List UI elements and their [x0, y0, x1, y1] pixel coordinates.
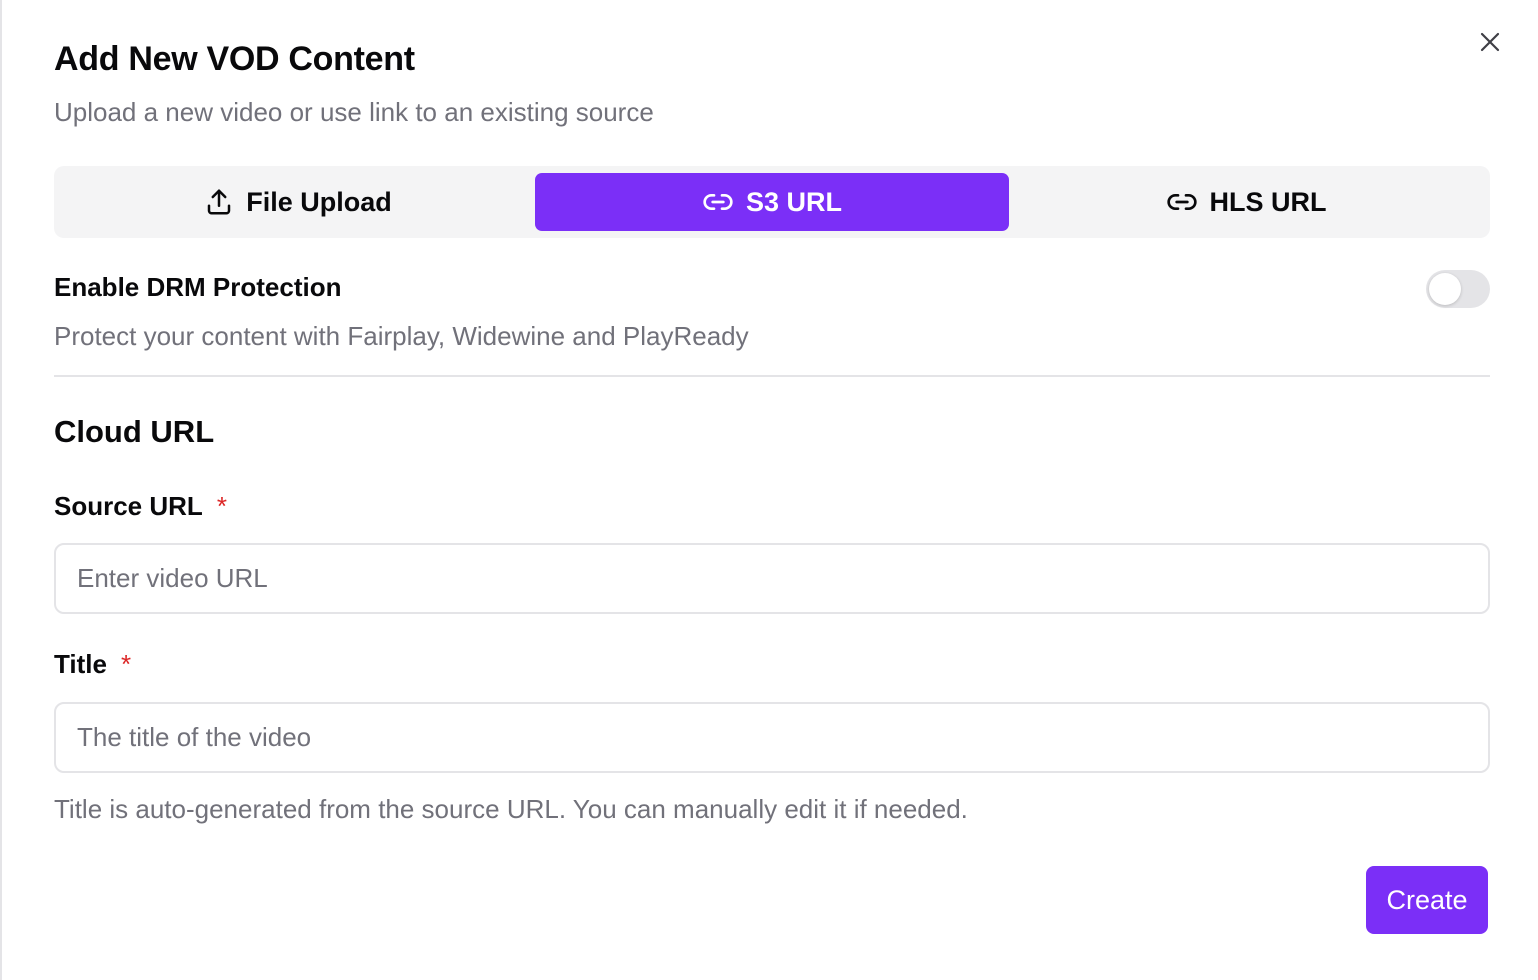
source-url-label: Source URL *: [54, 491, 227, 522]
tab-label: File Upload: [246, 186, 392, 217]
tab-hls-url[interactable]: HLS URL: [1009, 173, 1483, 231]
source-type-tabs: File Upload S3 URL HLS URL: [54, 166, 1490, 238]
title-label: Title *: [54, 649, 131, 680]
add-vod-dialog: Add New VOD Content Upload a new video o…: [0, 0, 1538, 980]
close-button[interactable]: [1474, 26, 1506, 58]
source-url-input[interactable]: [54, 543, 1490, 614]
link-icon: [703, 194, 733, 210]
create-button[interactable]: Create: [1366, 866, 1488, 934]
toggle-knob: [1429, 273, 1461, 305]
tab-file-upload[interactable]: File Upload: [61, 173, 535, 231]
dialog-title: Add New VOD Content: [54, 40, 415, 78]
field-label-text: Title: [54, 649, 107, 679]
section-title: Cloud URL: [54, 414, 215, 449]
drm-description: Protect your content with Fairplay, Wide…: [54, 321, 749, 351]
required-marker: *: [120, 649, 132, 679]
dialog-subtitle: Upload a new video or use link to an exi…: [54, 97, 654, 127]
close-icon: [1480, 32, 1500, 52]
divider: [54, 375, 1490, 377]
field-label-text: Source URL: [54, 491, 203, 521]
upload-icon: [207, 189, 231, 215]
tab-s3-url[interactable]: S3 URL: [535, 173, 1009, 231]
drm-label: Enable DRM Protection: [54, 272, 342, 302]
title-hint: Title is auto-generated from the source …: [54, 794, 968, 824]
drm-toggle[interactable]: [1426, 270, 1490, 308]
tab-label: HLS URL: [1209, 186, 1327, 217]
title-input[interactable]: [54, 702, 1490, 773]
link-icon: [1166, 194, 1197, 210]
required-marker: *: [216, 491, 227, 521]
tab-label: S3 URL: [745, 186, 843, 217]
